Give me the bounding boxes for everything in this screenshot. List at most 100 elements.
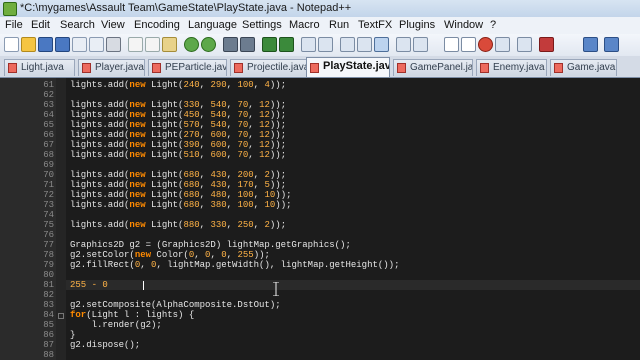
menu-help[interactable]: ? — [490, 19, 496, 31]
menu-macro[interactable]: Macro — [289, 19, 320, 31]
sync-h-icon[interactable] — [318, 37, 333, 52]
tab-game[interactable]: Game.java — [550, 59, 617, 76]
code-line[interactable]: 70 lights.add(new Light(680, 430, 200, 2)… — [0, 170, 640, 180]
tab-label: Enemy.java — [493, 62, 545, 73]
new-icon[interactable] — [4, 37, 19, 52]
menu-encoding[interactable]: Encoding — [134, 19, 180, 31]
wrap-icon[interactable] — [340, 37, 355, 52]
code-line[interactable]: 79 g2.fillRect(0, 0, lightMap.getWidth(),… — [0, 260, 640, 270]
save-all-icon[interactable] — [55, 37, 70, 52]
paste-icon[interactable] — [162, 37, 177, 52]
zoom-in-icon[interactable] — [262, 37, 277, 52]
undo-icon[interactable] — [184, 37, 199, 52]
save-macro-icon[interactable] — [517, 37, 532, 52]
menu-language[interactable]: Language — [188, 19, 237, 31]
code-line[interactable]: 76 — [0, 230, 640, 240]
play-multi-icon[interactable] — [495, 37, 510, 52]
stop-icon[interactable] — [461, 37, 476, 52]
line-number: 75 — [43, 220, 54, 230]
record-icon[interactable] — [444, 37, 459, 52]
tab-player[interactable]: Player.java — [78, 59, 145, 76]
code-line[interactable]: 82 — [0, 290, 640, 300]
line-code: lights.add(new Light(510, 600, 70, 12)); — [70, 150, 287, 160]
code-line[interactable]: 73 lights.add(new Light(680, 380, 100, 10… — [0, 200, 640, 210]
code-line[interactable]: 83 g2.setComposite(AlphaComposite.DstOut)… — [0, 300, 640, 310]
code-line[interactable]: 88 — [0, 350, 640, 360]
tab-label: Game.java — [567, 62, 616, 73]
up-icon[interactable] — [583, 37, 598, 52]
code-line[interactable]: 78 g2.setColor(new Color(0, 0, 0, 255)); — [0, 250, 640, 260]
code-line[interactable]: 87 g2.dispose(); — [0, 340, 640, 350]
code-line[interactable]: 64 lights.add(new Light(450, 540, 70, 12)… — [0, 110, 640, 120]
menu-settings[interactable]: Settings — [242, 19, 282, 31]
line-number: 61 — [43, 80, 54, 90]
code-editor[interactable]: 61 lights.add(new Light(240, 290, 100, 4)… — [0, 78, 640, 360]
zoom-out-icon[interactable] — [279, 37, 294, 52]
replace-icon[interactable] — [240, 37, 255, 52]
code-line[interactable]: 71 lights.add(new Light(680, 430, 170, 5)… — [0, 180, 640, 190]
line-code: lights.add(new Light(450, 540, 70, 12)); — [70, 110, 287, 120]
code-line[interactable]: 80 — [0, 270, 640, 280]
find-icon[interactable] — [223, 37, 238, 52]
tab-playstate[interactable]: PlayState.java — [306, 57, 390, 77]
line-number: 68 — [43, 150, 54, 160]
menu-plugins[interactable]: Plugins — [399, 19, 435, 31]
menu-file[interactable]: File — [5, 19, 23, 31]
tab-light[interactable]: Light.java — [4, 59, 75, 76]
menu-edit[interactable]: Edit — [31, 19, 50, 31]
close-all-icon[interactable] — [89, 37, 104, 52]
redo-icon[interactable] — [201, 37, 216, 52]
menu-run[interactable]: Run — [329, 19, 349, 31]
menu-search[interactable]: Search — [60, 19, 95, 31]
tab-projectile[interactable]: Projectile.java — [230, 59, 310, 76]
code-line[interactable]: 77 Graphics2D g2 = (Graphics2D) lightMap.… — [0, 240, 640, 250]
tab-label: GamePanel.java — [410, 62, 473, 73]
menu-textfx[interactable]: TextFX — [358, 19, 392, 31]
copy-icon[interactable] — [145, 37, 160, 52]
cut-icon[interactable] — [128, 37, 143, 52]
all-chars-icon[interactable] — [357, 37, 372, 52]
code-line[interactable]: 61 lights.add(new Light(240, 290, 100, 4)… — [0, 80, 640, 90]
line-number: 62 — [43, 90, 54, 100]
doc-map-icon[interactable] — [413, 37, 428, 52]
line-code: lights.add(new Light(680, 430, 170, 5)); — [70, 180, 287, 190]
code-line[interactable]: 68 lights.add(new Light(510, 600, 70, 12)… — [0, 150, 640, 160]
save-icon[interactable] — [38, 37, 53, 52]
udl-icon[interactable] — [396, 37, 411, 52]
file-icon — [397, 63, 406, 73]
close-icon[interactable] — [72, 37, 87, 52]
code-line[interactable]: 62 — [0, 90, 640, 100]
code-line[interactable]: 65 lights.add(new Light(570, 540, 70, 12)… — [0, 120, 640, 130]
run-icon[interactable] — [539, 37, 554, 52]
tab-label: PlayState.java — [323, 60, 390, 72]
file-icon — [8, 63, 17, 73]
code-line[interactable]: 85 l.render(g2); — [0, 320, 640, 330]
code-line[interactable]: 72 lights.add(new Light(680, 480, 100, 10… — [0, 190, 640, 200]
code-line[interactable]: 84 for(Light l : lights) { — [0, 310, 640, 320]
sync-v-icon[interactable] — [301, 37, 316, 52]
code-line[interactable]: 81 255 - 0 — [0, 280, 640, 290]
code-line[interactable]: 74 — [0, 210, 640, 220]
line-number: 72 — [43, 190, 54, 200]
fold-marker-icon[interactable] — [58, 313, 64, 319]
line-code: lights.add(new Light(680, 480, 100, 10))… — [70, 190, 292, 200]
code-line[interactable]: 63 lights.add(new Light(330, 540, 70, 12)… — [0, 100, 640, 110]
tab-gamepanel[interactable]: GamePanel.java — [393, 59, 473, 76]
down-icon[interactable] — [604, 37, 619, 52]
play-icon[interactable] — [478, 37, 493, 52]
code-line[interactable]: 75 lights.add(new Light(880, 330, 250, 2)… — [0, 220, 640, 230]
code-line[interactable]: 67 lights.add(new Light(390, 600, 70, 12)… — [0, 140, 640, 150]
line-number: 69 — [43, 160, 54, 170]
menu-view[interactable]: View — [101, 19, 125, 31]
print-icon[interactable] — [106, 37, 121, 52]
tab-peparticle[interactable]: PEParticle.java — [148, 59, 227, 76]
code-line[interactable]: 69 — [0, 160, 640, 170]
code-line[interactable]: 86} — [0, 330, 640, 340]
line-number: 80 — [43, 270, 54, 280]
tab-enemy[interactable]: Enemy.java — [476, 59, 547, 76]
open-icon[interactable] — [21, 37, 36, 52]
file-icon — [554, 63, 563, 73]
menu-window[interactable]: Window — [444, 19, 483, 31]
indent-guide-icon[interactable] — [374, 37, 389, 52]
code-line[interactable]: 66 lights.add(new Light(270, 600, 70, 12)… — [0, 130, 640, 140]
